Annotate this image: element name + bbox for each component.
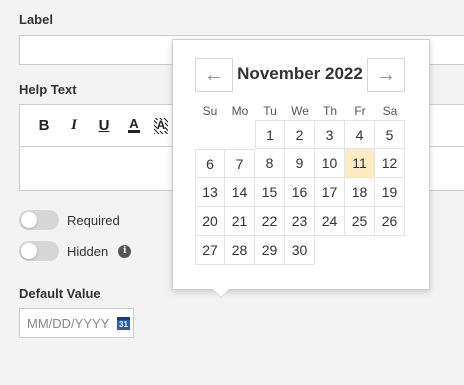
day-cell[interactable]: 2 bbox=[285, 120, 315, 149]
weekday-label: Sa bbox=[382, 104, 398, 118]
day-cell[interactable]: 14 bbox=[225, 178, 255, 207]
popup-caret bbox=[213, 289, 229, 297]
toggle-knob bbox=[21, 243, 37, 259]
weekday-label: Su bbox=[202, 104, 218, 118]
date-placeholder: MM/DD/YYYY bbox=[27, 315, 110, 331]
weekday-label: We bbox=[291, 104, 309, 118]
day-cell[interactable]: 28 bbox=[225, 236, 255, 265]
day-cell[interactable]: 12 bbox=[375, 149, 405, 178]
day-cell[interactable]: 10 bbox=[315, 149, 345, 178]
calendar-icon[interactable]: 31 bbox=[117, 316, 130, 330]
hidden-toggle[interactable] bbox=[19, 241, 59, 261]
day-cell[interactable]: 21 bbox=[225, 207, 255, 236]
default-value-heading: Default Value bbox=[19, 286, 101, 301]
arrow-left-icon: ← bbox=[204, 63, 224, 86]
text-color-button[interactable]: A bbox=[124, 116, 144, 136]
toggle-knob bbox=[21, 212, 37, 228]
help-text-heading: Help Text bbox=[19, 82, 77, 97]
hidden-toggle-row: Hidden i bbox=[19, 241, 132, 261]
empty-cell bbox=[195, 120, 225, 149]
weekday-label: Fr bbox=[354, 104, 366, 118]
text-color-swatch bbox=[128, 130, 140, 133]
picker-header: ← November 2022 → bbox=[195, 58, 405, 92]
date-input[interactable]: MM/DD/YYYY 31 bbox=[19, 308, 134, 338]
month-title: November 2022 bbox=[237, 64, 363, 83]
day-cell[interactable]: 7 bbox=[225, 149, 255, 178]
next-month-button[interactable]: → bbox=[367, 58, 405, 92]
weekday-header: Su Mo Tu We Th Fr Sa bbox=[195, 104, 405, 118]
day-cell[interactable]: 13 bbox=[195, 178, 225, 207]
date-picker-popup: ← November 2022 → Su Mo Tu We Th Fr Sa 1234567… bbox=[172, 39, 430, 290]
day-cell[interactable]: 15 bbox=[255, 178, 285, 207]
hidden-label: Hidden bbox=[67, 243, 109, 259]
day-cell[interactable]: 18 bbox=[345, 178, 375, 207]
required-toggle-row: Required bbox=[19, 210, 120, 230]
required-toggle[interactable] bbox=[19, 210, 59, 230]
day-cell[interactable]: 17 bbox=[315, 178, 345, 207]
day-cell-today[interactable]: 11 bbox=[345, 149, 375, 178]
info-icon[interactable]: i bbox=[118, 244, 132, 258]
day-grid: 1 2 3 4 5 6 7 8 9 10 11 12 13 14 15 16 17 18 19 20 21 22 23 24 2… bbox=[195, 120, 405, 265]
day-cell[interactable]: 6 bbox=[195, 149, 225, 178]
day-cell[interactable]: 19 bbox=[375, 178, 405, 207]
arrow-right-icon: → bbox=[376, 63, 396, 86]
day-cell[interactable]: 9 bbox=[285, 149, 315, 178]
required-label: Required bbox=[67, 212, 120, 228]
day-cell[interactable]: 23 bbox=[285, 207, 315, 236]
text-color-icon: A bbox=[129, 116, 139, 131]
day-cell[interactable]: 20 bbox=[195, 207, 225, 236]
empty-cell bbox=[225, 120, 255, 149]
highlight-button[interactable]: A bbox=[154, 117, 168, 134]
day-cell[interactable]: 24 bbox=[315, 207, 345, 236]
day-cell[interactable]: 27 bbox=[195, 236, 225, 265]
weekday-label: Mo bbox=[231, 104, 249, 118]
bold-button[interactable]: B bbox=[34, 116, 54, 136]
day-cell[interactable]: 30 bbox=[285, 236, 315, 265]
day-cell[interactable]: 3 bbox=[315, 120, 345, 149]
weekday-label: Th bbox=[322, 104, 337, 118]
prev-month-button[interactable]: ← bbox=[195, 58, 233, 92]
day-cell[interactable]: 26 bbox=[375, 207, 405, 236]
day-cell[interactable]: 29 bbox=[255, 236, 285, 265]
weekday-label: Tu bbox=[263, 104, 277, 118]
highlight-icon: A bbox=[156, 118, 166, 132]
day-cell[interactable]: 25 bbox=[345, 207, 375, 236]
label-heading: Label bbox=[19, 12, 53, 27]
italic-button[interactable]: I bbox=[64, 116, 84, 136]
day-cell[interactable]: 4 bbox=[345, 120, 375, 149]
day-cell[interactable]: 5 bbox=[375, 120, 405, 149]
day-cell[interactable]: 8 bbox=[255, 149, 285, 178]
day-cell[interactable]: 16 bbox=[285, 178, 315, 207]
underline-button[interactable]: U bbox=[94, 116, 114, 136]
day-cell[interactable]: 1 bbox=[255, 120, 285, 149]
day-cell[interactable]: 22 bbox=[255, 207, 285, 236]
